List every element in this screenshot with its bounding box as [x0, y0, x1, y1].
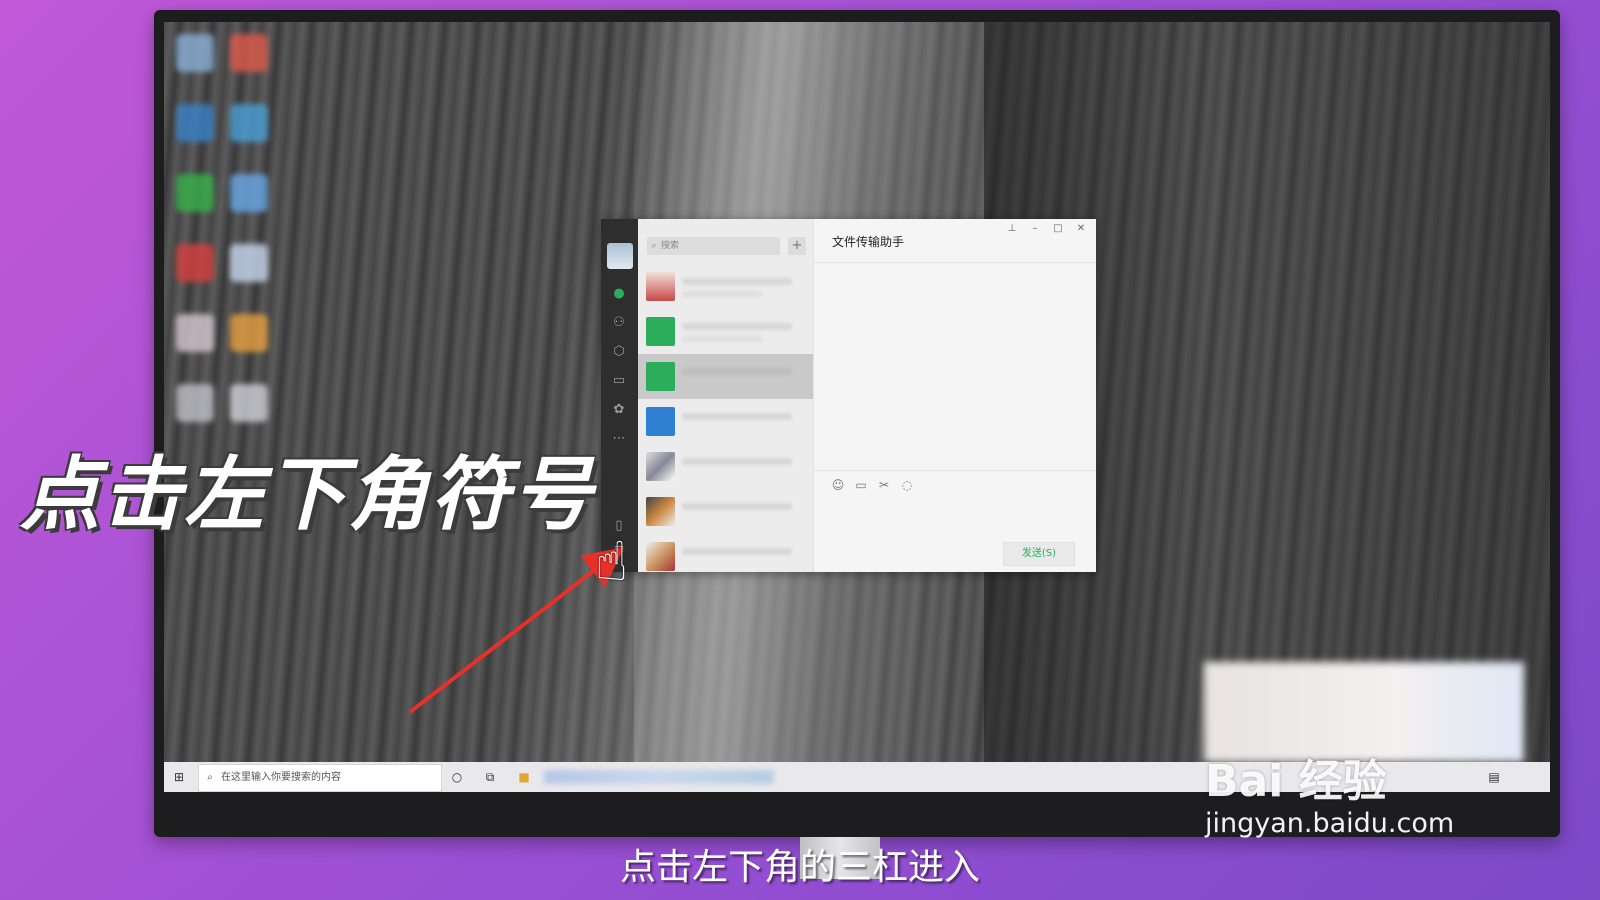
- watermark-logo: Bai 经验: [1205, 756, 1387, 807]
- watermark-site: jingyan.baidu.com: [1205, 808, 1455, 839]
- instruction-overlay: 点击左下角符号: [20, 448, 594, 541]
- hand-cursor-icon: ☝: [595, 530, 628, 593]
- video-subtitle: 点击左下角的三杠进入: [619, 847, 980, 888]
- baidu-watermark: Bai 经验: [1205, 745, 1387, 809]
